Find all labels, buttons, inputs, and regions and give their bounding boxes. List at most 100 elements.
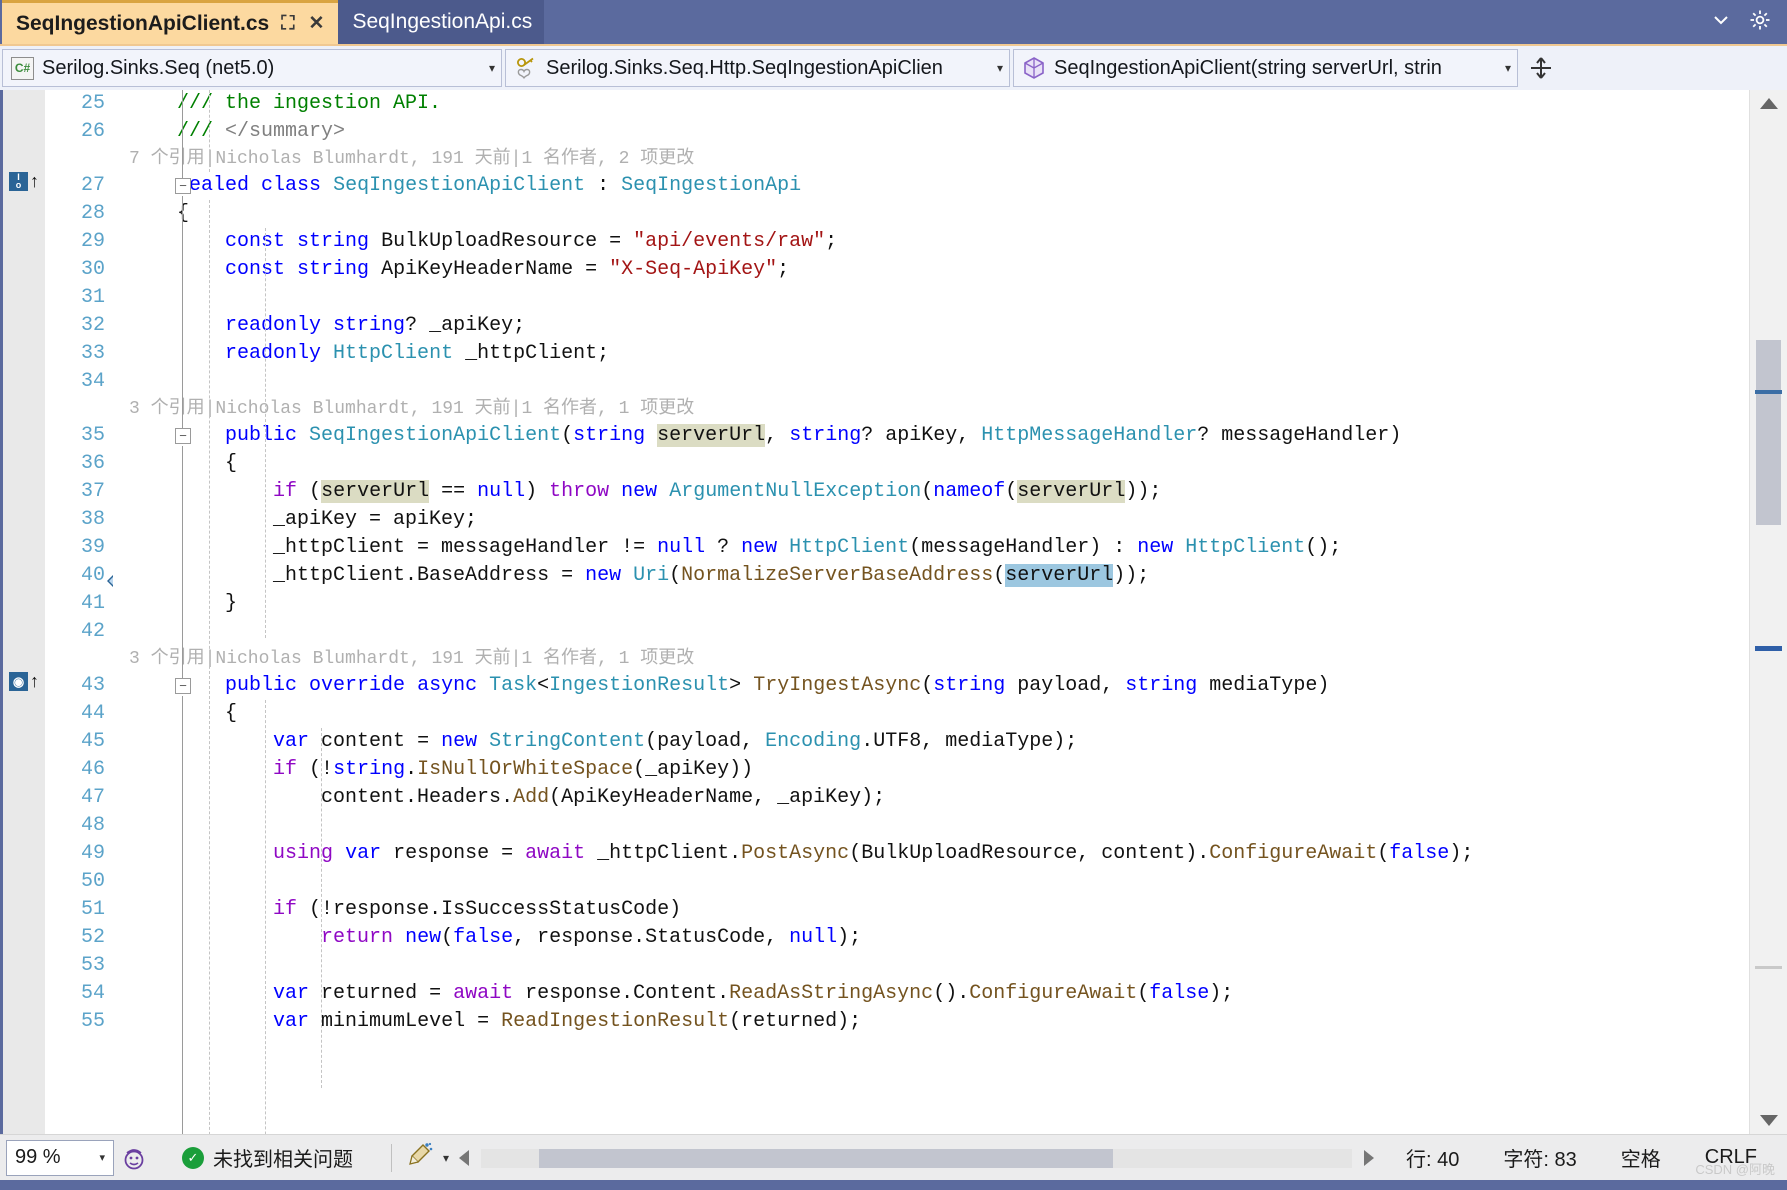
code-token: string xyxy=(573,424,646,447)
method-override-glyph[interactable]: ◉ ↑ xyxy=(9,668,43,694)
fold-class-toggle[interactable]: − xyxy=(175,178,191,194)
code-token: /// xyxy=(177,120,226,143)
horizontal-scroll-thumb[interactable] xyxy=(539,1148,1114,1168)
code-line[interactable]: content.Headers.Add(ApiKeyHeaderName, _a… xyxy=(113,784,885,812)
codelens-ctor[interactable]: 3 个引用|Nicholas Blumhardt, 191 天前|1 名作者, … xyxy=(113,396,694,422)
vertical-scrollbar[interactable] xyxy=(1749,90,1787,1134)
code-line[interactable]: if (serverUrl == null) throw new Argumen… xyxy=(113,478,1161,506)
code-editor[interactable]: Io ↑ ◉ ↑ 25 26 27 28 29 30 31 32 33 34 35 36 37 38 39 4… xyxy=(0,90,1787,1134)
code-token: string xyxy=(297,230,370,253)
code-token: if xyxy=(273,480,298,503)
split-view-icon[interactable] xyxy=(1521,49,1561,87)
code-line[interactable]: var content = new StringContent(payload,… xyxy=(113,728,1077,756)
line-number: 46 xyxy=(80,758,105,781)
zoom-level-dropdown[interactable]: 99 % ▾ xyxy=(6,1139,114,1176)
code-line[interactable]: _httpClient.BaseAddress = new Uri(Normal… xyxy=(113,562,1149,590)
line-number: 34 xyxy=(80,370,105,393)
class-interface-glyph[interactable]: Io ↑ xyxy=(9,168,43,194)
close-icon[interactable]: ✕ xyxy=(307,14,327,33)
code-token: Encoding xyxy=(765,730,862,753)
code-line[interactable]: readonly HttpClient _httpClient; xyxy=(113,340,609,368)
code-line[interactable]: _httpClient = messageHandler != null ? n… xyxy=(113,534,1341,562)
code-line[interactable]: const string BulkUploadResource = "api/e… xyxy=(113,228,837,256)
error-status[interactable]: ✓ 未找到相关问题 xyxy=(182,1143,353,1172)
horizontal-scrollbar[interactable] xyxy=(453,1145,1380,1171)
code-token: if xyxy=(273,898,298,921)
pin-icon[interactable]: ⛶ xyxy=(279,14,296,33)
code-line[interactable] xyxy=(113,618,129,646)
type-dropdown[interactable]: Serilog.Sinks.Seq.Http.SeqIngestionApiCl… xyxy=(505,49,1010,87)
code-line[interactable]: sealed class SeqIngestionApiClient : Seq… xyxy=(113,172,801,200)
code-line[interactable]: var minimumLevel = ReadIngestionResult(r… xyxy=(113,1008,861,1036)
code-line[interactable]: { xyxy=(113,450,237,478)
code-line[interactable]: /// </summary> xyxy=(113,118,345,146)
code-token: . xyxy=(501,786,514,809)
code-line[interactable]: } xyxy=(113,590,237,618)
vertical-scroll-thumb[interactable] xyxy=(1756,340,1781,525)
code-line[interactable] xyxy=(113,284,129,312)
code-token: readonly xyxy=(225,314,322,337)
scroll-up-arrow-icon[interactable] xyxy=(1759,98,1778,109)
csharp-project-icon: C# xyxy=(11,56,34,80)
tab-seqingestionapi[interactable]: SeqIngestionApi.cs xyxy=(338,0,545,44)
feedback-smiley-icon[interactable] xyxy=(114,1145,154,1171)
code-token: /// the ingestion API. xyxy=(177,92,442,115)
chevron-down-icon[interactable]: ▾ xyxy=(99,1151,105,1164)
code-line[interactable] xyxy=(113,952,129,980)
indentation-indicator[interactable]: 空格 xyxy=(1599,1143,1683,1172)
project-dropdown[interactable]: C# Serilog.Sinks.Seq (net5.0) ▾ xyxy=(2,49,502,87)
code-line[interactable]: /// the ingestion API. xyxy=(113,90,441,118)
code-line[interactable]: const string ApiKeyHeaderName = "X-Seq-A… xyxy=(113,256,789,284)
code-line[interactable]: if (!response.IsSuccessStatusCode) xyxy=(113,896,681,924)
chevron-down-icon[interactable]: ▾ xyxy=(1505,61,1511,75)
member-dropdown[interactable]: SeqIngestionApiClient(string serverUrl, … xyxy=(1013,49,1518,87)
code-line[interactable]: return new(false, response.StatusCode, n… xyxy=(113,924,861,952)
code-line[interactable]: using var response = await _httpClient.P… xyxy=(113,840,1473,868)
codelens-class[interactable]: 7 个引用|Nicholas Blumhardt, 191 天前|1 名作者, … xyxy=(113,146,694,172)
code-cleanup-button[interactable]: ▾ xyxy=(406,1142,449,1174)
chevron-down-icon[interactable]: ▾ xyxy=(997,61,1003,75)
gear-icon[interactable] xyxy=(1749,9,1771,36)
code-text-area[interactable]: /// the ingestion API. /// </summary> 7 个… xyxy=(113,90,1749,1134)
code-line[interactable] xyxy=(113,368,129,396)
tab-title: SeqIngestionApiClient.cs xyxy=(16,11,270,35)
chevron-down-icon[interactable]: ▾ xyxy=(489,61,495,75)
code-token: , response.StatusCode, xyxy=(513,926,790,949)
code-line[interactable]: public override async Task<IngestionResu… xyxy=(113,672,1329,700)
navigation-bar: C# Serilog.Sinks.Seq (net5.0) ▾ Serilog.… xyxy=(0,44,1787,90)
code-line[interactable]: { xyxy=(113,200,189,228)
code-token: { xyxy=(129,452,238,475)
tab-seqingestionapiclient[interactable]: SeqIngestionApiClient.cs ⛶ ✕ xyxy=(2,0,339,44)
chevron-down-icon[interactable]: ▾ xyxy=(443,1151,449,1165)
line-number: 42 xyxy=(80,620,105,643)
code-line[interactable]: public SeqIngestionApiClient(string serv… xyxy=(113,422,1401,450)
code-token: ( xyxy=(921,674,934,697)
scroll-annotation-marker xyxy=(1755,966,1782,969)
method-cube-icon xyxy=(1022,56,1046,80)
glyph-margin[interactable]: Io ↑ ◉ ↑ xyxy=(3,90,45,1134)
structure-line xyxy=(182,696,183,1134)
scroll-down-arrow-icon[interactable] xyxy=(1759,1115,1778,1126)
code-token: ); xyxy=(1209,982,1234,1005)
fold-method-toggle[interactable]: − xyxy=(175,678,191,694)
fold-constructor-toggle[interactable]: − xyxy=(175,428,191,444)
chevron-down-icon[interactable] xyxy=(1711,10,1731,35)
code-line[interactable] xyxy=(113,812,129,840)
scroll-right-arrow-icon[interactable] xyxy=(1364,1149,1375,1166)
code-line[interactable] xyxy=(113,868,129,896)
code-token: _httpClient. xyxy=(585,842,742,865)
code-line[interactable]: var returned = await response.Content.Re… xyxy=(113,980,1233,1008)
scroll-left-arrow-icon[interactable] xyxy=(459,1149,470,1166)
code-line[interactable]: { xyxy=(113,700,237,728)
code-token: ApiKeyHeaderName = xyxy=(369,258,610,281)
codelens-method[interactable]: 3 个引用|Nicholas Blumhardt, 191 天前|1 名作者, … xyxy=(113,646,694,672)
highlighted-reference: serverUrl xyxy=(1017,480,1126,503)
code-line[interactable]: readonly string? _apiKey; xyxy=(113,312,525,340)
code-token: var xyxy=(345,842,382,865)
code-line[interactable]: _apiKey = apiKey; xyxy=(113,506,477,534)
